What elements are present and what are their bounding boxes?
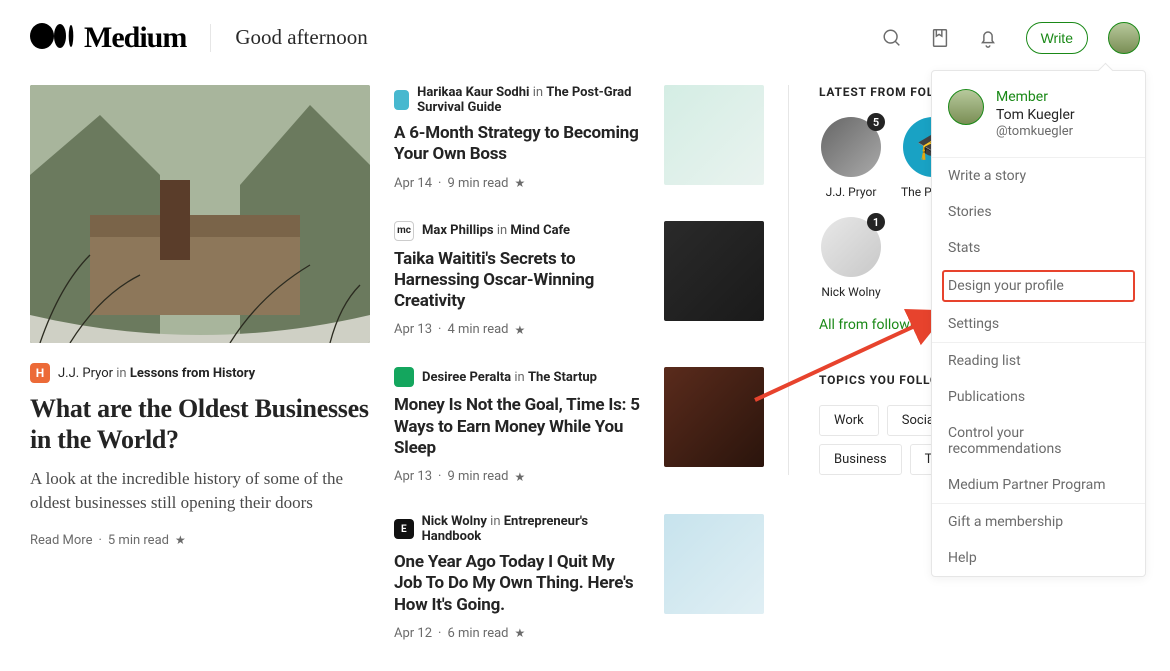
read-more-link[interactable]: Read More [30, 533, 92, 548]
unread-badge: 1 [867, 213, 885, 231]
star-icon: ★ [515, 176, 526, 190]
feature-image[interactable] [30, 85, 370, 343]
story-date: Apr 13 [394, 322, 432, 337]
dropdown-item-medium-partner-program[interactable]: Medium Partner Program [932, 467, 1145, 503]
story-footer: Apr 14 · 9 min read ★ [394, 176, 646, 191]
medium-logo-icon [30, 23, 76, 53]
story-title[interactable]: One Year Ago Today I Quit My Job To Do M… [394, 552, 646, 616]
story-item[interactable]: E Nick Wolny in Entrepreneur's Handbook … [394, 514, 764, 641]
dot-separator: · [98, 533, 101, 548]
greeting-text: Good afternoon [235, 25, 367, 50]
dropdown-item-stats[interactable]: Stats [932, 230, 1145, 266]
story-date: Apr 13 [394, 469, 432, 484]
dropdown-profile-header[interactable]: Member Tom Kuegler @tomkuegler [932, 71, 1145, 157]
member-badge: Member [996, 89, 1075, 105]
dropdown-item-settings[interactable]: Settings [932, 306, 1145, 342]
publication-chip[interactable]: mc [394, 221, 414, 241]
story-title[interactable]: Taika Waititi's Secrets to Harnessing Os… [394, 249, 646, 313]
write-button[interactable]: Write [1026, 22, 1088, 54]
story-thumbnail[interactable] [664, 514, 764, 614]
following-name: Nick Wolny [819, 285, 883, 299]
following-name: J.J. Pryor [819, 185, 883, 199]
story-thumbnail[interactable] [664, 367, 764, 467]
dropdown-group-3: Gift a membershipHelp [932, 504, 1145, 576]
star-icon: ★ [515, 470, 526, 484]
story-footer: Apr 13 · 4 min read ★ [394, 322, 646, 337]
dropdown-item-publications[interactable]: Publications [932, 379, 1145, 415]
publication-chip[interactable] [394, 90, 409, 110]
story-byline[interactable]: Nick Wolny in Entrepreneur's Handbook [422, 514, 646, 544]
publication-chip[interactable] [394, 367, 414, 387]
story-item[interactable]: Desiree Peralta in The Startup Money Is … [394, 367, 764, 484]
brand-logo[interactable]: Medium [30, 21, 186, 55]
user-dropdown: Member Tom Kuegler @tomkuegler Write a s… [931, 70, 1146, 577]
story-thumbnail[interactable] [664, 221, 764, 321]
dropdown-item-reading-list[interactable]: Reading list [932, 343, 1145, 379]
following-avatar[interactable]: 5 [821, 117, 881, 177]
story-byline[interactable]: Max Phillips in Mind Cafe [422, 223, 570, 238]
story-read-time: 9 min read [447, 176, 508, 191]
feature-meta: H J.J. Pryor in Lessons from History [30, 363, 370, 383]
feature-publication[interactable]: Lessons from History [130, 366, 255, 381]
feature-byline[interactable]: J.J. Pryor in Lessons from History [58, 366, 255, 381]
feature-title[interactable]: What are the Oldest Businesses in the Wo… [30, 393, 370, 455]
feature-read-time: 5 min read [108, 533, 169, 548]
story-item[interactable]: mc Max Phillips in Mind Cafe Taika Waiti… [394, 221, 764, 338]
brand-name: Medium [84, 21, 186, 55]
feature-in-word: in [116, 366, 126, 381]
story-item[interactable]: Harikaa Kaur Sodhi in The Post-Grad Surv… [394, 85, 764, 191]
dropdown-item-write-a-story[interactable]: Write a story [932, 158, 1145, 194]
story-read-time: 6 min read [447, 626, 508, 641]
story-title[interactable]: A 6-Month Strategy to Becoming Your Own … [394, 123, 646, 166]
following-item[interactable]: 1 Nick Wolny [819, 217, 883, 299]
story-read-time: 4 min read [447, 322, 508, 337]
story-read-time: 9 min read [447, 469, 508, 484]
following-item[interactable]: 5 J.J. Pryor [819, 117, 883, 199]
dropdown-item-gift-a-membership[interactable]: Gift a membership [932, 504, 1145, 540]
divider [210, 24, 211, 52]
star-icon: ★ [515, 323, 526, 337]
topic-chip[interactable]: Business [819, 444, 902, 475]
avatar-menu-button[interactable] [1108, 22, 1140, 54]
star-icon: ★ [175, 533, 186, 547]
bell-icon[interactable] [976, 26, 1000, 50]
avatar-icon [948, 89, 984, 125]
story-thumbnail[interactable] [664, 85, 764, 185]
top-header: Medium Good afternoon Write [0, 0, 1170, 75]
story-byline[interactable]: Harikaa Kaur Sodhi in The Post-Grad Surv… [417, 85, 646, 115]
feature-author[interactable]: J.J. Pryor [58, 366, 113, 381]
story-footer: Apr 13 · 9 min read ★ [394, 469, 646, 484]
feature-footer: Read More · 5 min read ★ [30, 533, 370, 548]
story-byline[interactable]: Desiree Peralta in The Startup [422, 370, 597, 385]
feature-pub-badge[interactable]: H [30, 363, 50, 383]
dropdown-item-help[interactable]: Help [932, 540, 1145, 576]
star-icon: ★ [515, 626, 526, 640]
feature-column: H J.J. Pryor in Lessons from History Wha… [30, 85, 370, 671]
topic-chip[interactable]: Work [819, 405, 879, 436]
dropdown-item-stories[interactable]: Stories [932, 194, 1145, 230]
publication-chip[interactable]: E [394, 519, 414, 539]
following-avatar[interactable]: 1 [821, 217, 881, 277]
dropdown-item-design-your-profile[interactable]: Design your profile [942, 270, 1135, 302]
unread-badge: 5 [867, 113, 885, 131]
story-list: Harikaa Kaur Sodhi in The Post-Grad Surv… [394, 85, 764, 671]
feature-subtitle: A look at the incredible history of some… [30, 467, 370, 515]
story-title[interactable]: Money Is Not the Goal, Time Is: 5 Ways t… [394, 395, 646, 459]
story-footer: Apr 12 · 6 min read ★ [394, 626, 646, 641]
dropdown-user-handle: @tomkuegler [996, 124, 1075, 139]
story-date: Apr 12 [394, 626, 432, 641]
dropdown-group-2: Reading listPublicationsControl your rec… [932, 343, 1145, 503]
dropdown-item-control-your-recommendations[interactable]: Control your recommendations [932, 415, 1145, 467]
dropdown-group-1: Write a storyStoriesStats Design your pro… [932, 158, 1145, 342]
dropdown-user-name: Tom Kuegler [996, 107, 1075, 123]
bookmark-icon[interactable] [928, 26, 952, 50]
search-icon[interactable] [880, 26, 904, 50]
all-following-link[interactable]: All from following [819, 317, 929, 333]
story-date: Apr 14 [394, 176, 432, 191]
